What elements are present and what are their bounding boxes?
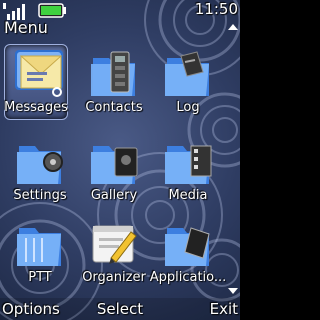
menu-item-applications[interactable]: Applicatio... xyxy=(148,218,228,290)
organizer-icon xyxy=(92,225,137,264)
log-icon xyxy=(165,51,209,96)
softkey-bar: Options Select Exit xyxy=(0,298,240,320)
messages-icon xyxy=(15,50,63,97)
scroll-up-icon xyxy=(228,24,238,30)
menu-item-contacts[interactable]: Contacts xyxy=(74,48,154,120)
menu-item-settings[interactable]: Settings xyxy=(0,136,80,208)
menu-item-label: Contacts xyxy=(85,100,143,115)
menu-item-organizer[interactable]: Organizer xyxy=(74,218,154,290)
menu-item-media[interactable]: Media xyxy=(148,136,228,208)
menu-item-label: Messages xyxy=(4,100,68,115)
clock: 11:50 xyxy=(194,0,238,18)
ptt-icon xyxy=(17,228,61,266)
menu-item-gallery[interactable]: Gallery xyxy=(74,136,154,208)
scroll-down-icon xyxy=(228,288,238,294)
menu-item-ptt[interactable]: PTT xyxy=(0,218,80,290)
exit-softkey[interactable]: Exit xyxy=(210,298,238,320)
select-softkey[interactable]: Select xyxy=(0,298,240,320)
menu-item-label: Gallery xyxy=(90,188,138,203)
contacts-icon xyxy=(91,51,135,96)
menu-item-log[interactable]: Log xyxy=(148,48,228,120)
media-icon xyxy=(165,145,212,184)
page-title: Menu xyxy=(4,18,48,37)
menu-item-label: Media xyxy=(168,188,208,203)
phone-screen: 11:50 Menu Messages Contacts Log Setting… xyxy=(0,0,240,320)
battery-icon xyxy=(38,3,66,18)
gallery-icon xyxy=(91,146,138,184)
menu-item-label: PTT xyxy=(28,270,52,285)
menu-item-messages[interactable]: Messages xyxy=(0,44,80,120)
menu-item-label: Applicatio... xyxy=(149,270,227,285)
menu-item-label: Settings xyxy=(13,188,67,203)
applications-icon xyxy=(165,227,210,266)
settings-icon xyxy=(17,146,63,184)
menu-item-label: Log xyxy=(176,100,200,115)
menu-item-label: Organizer xyxy=(82,270,146,285)
